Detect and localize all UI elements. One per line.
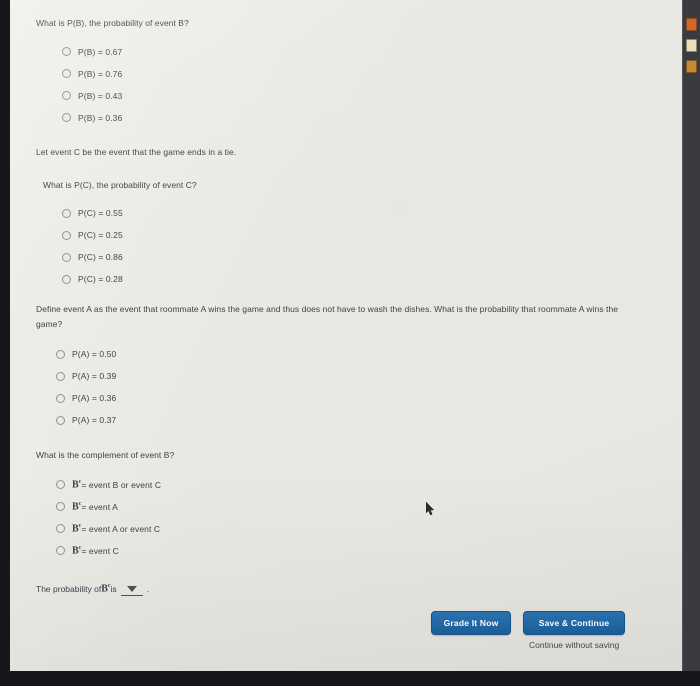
option-pb-0[interactable]: P(B) = 0.67	[62, 41, 682, 63]
option-list-pa: P(A) = 0.50 P(A) = 0.39 P(A) = 0.36 P(A)…	[56, 343, 682, 431]
option-complement-2[interactable]: Bc = event A or event C	[56, 518, 682, 540]
quiz-page: What is P(B), the probability of event B…	[10, 0, 682, 671]
question-intro-pc: Let event C be the event that the game e…	[36, 147, 237, 157]
option-list-pb: P(B) = 0.67 P(B) = 0.76 P(B) = 0.43 P(B)…	[62, 41, 682, 129]
option-pa-2[interactable]: P(A) = 0.36	[56, 387, 682, 409]
radio-icon[interactable]	[56, 415, 65, 425]
radio-icon[interactable]	[62, 230, 71, 240]
question-prompt-pc: What is P(C), the probability of event C…	[43, 179, 197, 190]
option-label: P(C) = 0.28	[78, 274, 123, 284]
radio-icon[interactable]	[56, 546, 65, 555]
option-complement-0[interactable]: Bc = event B or event C	[56, 474, 682, 496]
radio-icon[interactable]	[56, 393, 65, 403]
option-pc-2[interactable]: P(C) = 0.86	[62, 246, 682, 268]
question-block-pb: What is P(B), the probability of event B…	[10, 16, 682, 129]
option-label: P(A) = 0.39	[72, 371, 117, 381]
option-complement-1[interactable]: Bc = event A	[56, 496, 682, 518]
extension-yellow-icon[interactable]	[686, 39, 697, 52]
final-answer-suffix: is	[110, 584, 117, 594]
option-label: P(C) = 0.25	[78, 230, 123, 240]
radio-icon[interactable]	[56, 524, 65, 533]
browser-chrome-strip	[682, 0, 700, 671]
b-complement-symbol: Bc	[72, 544, 82, 557]
option-pa-1[interactable]: P(A) = 0.39	[56, 365, 682, 387]
option-label: P(C) = 0.55	[78, 208, 123, 218]
radio-icon[interactable]	[56, 502, 65, 511]
radio-icon[interactable]	[62, 47, 71, 56]
radio-icon[interactable]	[62, 274, 71, 284]
question-prompt-complement: What is the complement of event B?	[36, 450, 175, 460]
chevron-down-icon	[126, 585, 137, 592]
radio-icon[interactable]	[62, 113, 71, 122]
question-prompt-pa: Define event A as the event that roommat…	[36, 304, 619, 329]
option-pc-1[interactable]: P(C) = 0.25	[62, 224, 682, 246]
option-pa-0[interactable]: P(A) = 0.50	[56, 343, 682, 365]
option-label: = event B or event C	[81, 479, 162, 490]
b-complement-symbol: Bc	[72, 500, 82, 513]
grade-it-now-button[interactable]: Grade It Now	[431, 611, 511, 635]
radio-icon[interactable]	[62, 69, 71, 78]
option-label: P(B) = 0.43	[78, 90, 123, 101]
option-pb-1[interactable]: P(B) = 0.76	[62, 63, 682, 85]
option-label: P(C) = 0.86	[78, 252, 123, 262]
option-pc-3[interactable]: P(C) = 0.28	[62, 268, 682, 290]
option-label: P(B) = 0.36	[78, 112, 123, 123]
option-label: = event A	[81, 501, 118, 512]
question-block-complement: What is the complement of event B? Bc = …	[10, 448, 682, 562]
option-label: P(B) = 0.67	[78, 46, 123, 57]
save-and-continue-button[interactable]: Save & Continue	[523, 611, 625, 635]
option-list-pc: P(C) = 0.55 P(C) = 0.25 P(C) = 0.86 P(C)…	[62, 202, 682, 290]
radio-icon[interactable]	[62, 208, 71, 218]
option-pb-2[interactable]: P(B) = 0.43	[62, 85, 682, 107]
option-list-complement: Bc = event B or event C Bc = event A Bc …	[56, 474, 682, 562]
radio-icon[interactable]	[56, 480, 65, 489]
option-pb-3[interactable]: P(B) = 0.36	[62, 107, 682, 129]
final-answer-prefix: The probability of	[36, 584, 102, 594]
final-answer-period: .	[146, 584, 150, 594]
radio-icon[interactable]	[62, 91, 71, 100]
question-block-pc: Let event C be the event that the game e…	[10, 145, 682, 290]
radio-icon[interactable]	[62, 252, 71, 262]
extension-amber-icon[interactable]	[686, 60, 697, 73]
option-label: P(A) = 0.36	[72, 393, 117, 403]
final-answer-line: The probability of Bc is .	[36, 582, 149, 596]
screen-frame: What is P(B), the probability of event B…	[0, 0, 700, 686]
option-label: = event A or event C	[81, 523, 161, 534]
b-complement-symbol: Bc	[72, 478, 82, 491]
option-label: P(A) = 0.37	[72, 415, 117, 425]
radio-icon[interactable]	[56, 371, 65, 381]
b-complement-symbol: Bc	[101, 583, 111, 595]
answer-dropdown[interactable]	[120, 582, 143, 596]
option-pa-3[interactable]: P(A) = 0.37	[56, 409, 682, 431]
continue-without-saving-link[interactable]: Continue without saving	[529, 640, 619, 650]
question-prompt-pb: What is P(B), the probability of event B…	[36, 18, 189, 28]
option-label: P(B) = 0.76	[78, 68, 123, 79]
option-complement-3[interactable]: Bc = event C	[56, 540, 682, 562]
option-label: P(A) = 0.50	[72, 349, 117, 359]
b-complement-symbol: Bc	[72, 522, 82, 535]
option-label: = event C	[81, 545, 119, 556]
question-block-pa: Define event A as the event that roommat…	[10, 302, 682, 431]
radio-icon[interactable]	[56, 349, 65, 359]
extension-orange-icon[interactable]	[686, 18, 697, 31]
option-pc-0[interactable]: P(C) = 0.55	[62, 202, 682, 224]
